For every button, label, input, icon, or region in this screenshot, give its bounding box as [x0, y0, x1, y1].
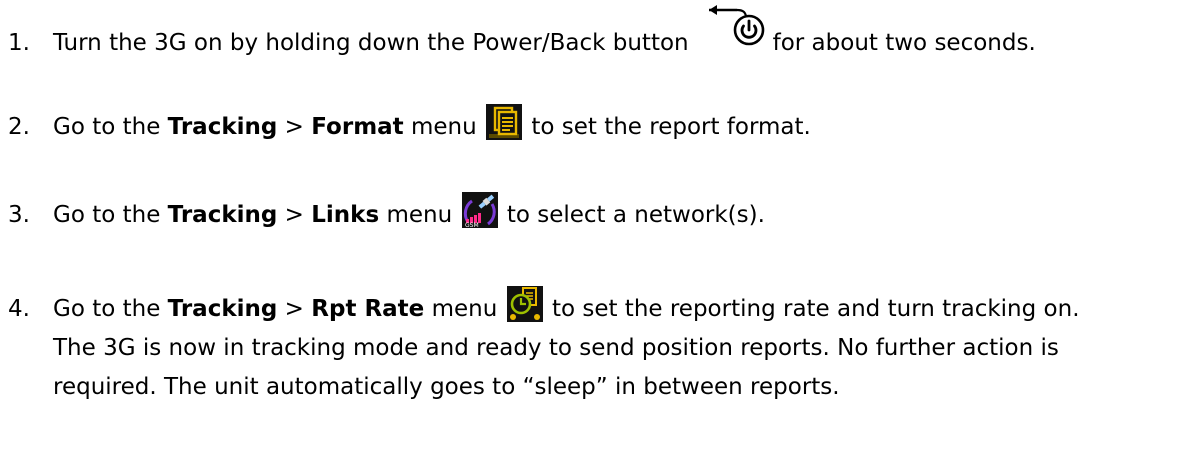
- step-1: 1. Turn the 3G on by holding down the Pow…: [8, 5, 1193, 63]
- step-text: Go to the: [53, 202, 161, 228]
- power-back-icon: [705, 5, 767, 46]
- step-continuation-line: required. The unit automatically goes to…: [53, 374, 840, 400]
- step-text: menu: [431, 296, 498, 322]
- step-number: 3.: [8, 202, 30, 228]
- rpt-rate-icon: [506, 286, 543, 322]
- menu-name: Tracking: [167, 114, 278, 140]
- step-text: Go to the: [53, 114, 161, 140]
- step-number: 4.: [8, 296, 30, 322]
- step-text: to set the report format.: [531, 114, 811, 140]
- menu-name: Rpt Rate: [311, 296, 425, 322]
- step-text: to select a network(s).: [506, 202, 765, 228]
- step-text: Turn the 3G on by holding down the Power…: [53, 30, 689, 56]
- svg-text:GSM: GSM: [465, 222, 479, 228]
- step-text: for about two seconds.: [772, 30, 1036, 56]
- step-3: 3. Go to the Tracking > Links menu GSM to…: [8, 192, 1193, 235]
- step-2: 2. Go to the Tracking > Format menu to se…: [8, 104, 1193, 147]
- menu-name: Tracking: [167, 202, 278, 228]
- step-text: menu: [410, 114, 477, 140]
- menu-separator: >: [284, 202, 304, 228]
- step-continuation-line: The 3G is now in tracking mode and ready…: [53, 335, 1059, 361]
- step-text: Go to the: [53, 296, 161, 322]
- step-number: 2.: [8, 114, 30, 140]
- step-4: 4. Go to the Tracking > Rpt Rate menu to …: [8, 286, 1193, 407]
- menu-separator: >: [284, 114, 304, 140]
- menu-name: Links: [311, 202, 380, 228]
- menu-name: Tracking: [167, 296, 278, 322]
- step-text: to set the reporting rate and turn track…: [551, 296, 1080, 322]
- links-satellite-gsm-icon: GSM: [461, 192, 498, 228]
- menu-name: Format: [311, 114, 404, 140]
- menu-separator: >: [284, 296, 304, 322]
- instruction-list: 1. Turn the 3G on by holding down the Pow…: [0, 0, 1197, 459]
- format-icon: [486, 104, 523, 140]
- step-text: menu: [386, 202, 453, 228]
- step-number: 1.: [8, 30, 30, 56]
